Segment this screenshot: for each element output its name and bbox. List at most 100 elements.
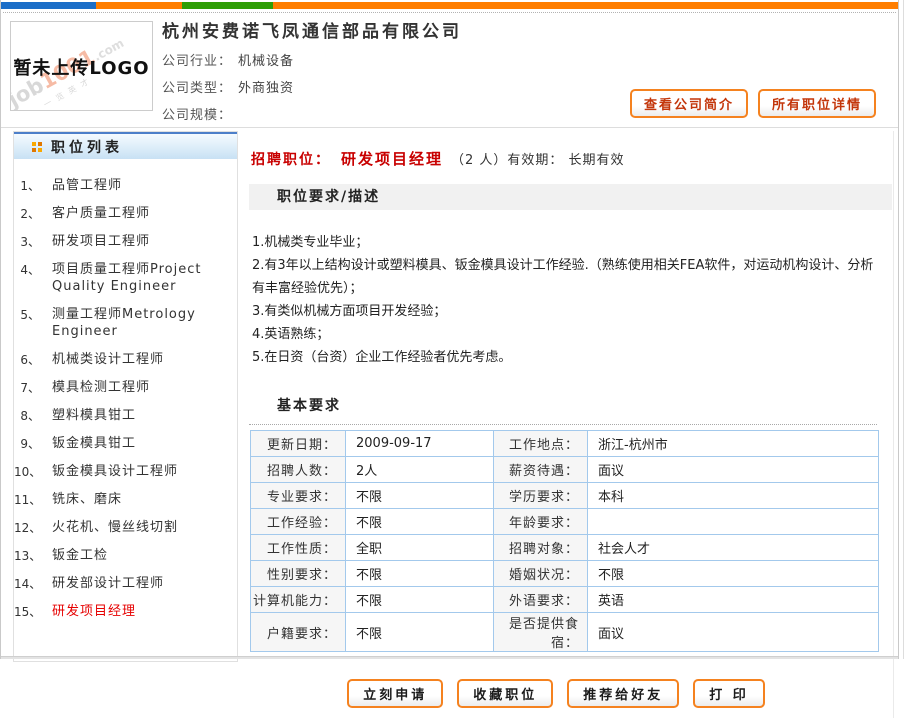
job-item-number: 7、 — [14, 379, 52, 396]
salary-label: 薪资待遇： — [494, 457, 588, 483]
job-item-label[interactable]: 品管工程师 — [52, 177, 237, 194]
job-list-item-15-active[interactable]: 15、研发项目经理 — [14, 598, 237, 626]
major-label: 专业要求： — [251, 483, 346, 509]
job-item-label[interactable]: 客户质量工程师 — [52, 205, 237, 222]
table-row: 计算机能力：不限 外语要求：英语 — [251, 587, 879, 613]
description-line-5: 5.在日资（台资）企业工作经验者优先考虑。 — [252, 346, 879, 369]
job-list-item-3[interactable]: 3、研发项目工程师 — [14, 228, 237, 256]
recommend-to-friend-button[interactable]: 推荐给好友 — [567, 679, 679, 708]
job-item-number: 13、 — [14, 547, 52, 564]
residency-label: 户籍要求： — [251, 613, 346, 652]
print-button[interactable]: 打 印 — [693, 679, 765, 708]
topbar-green-segment — [182, 2, 273, 9]
foreign-language-value: 英语 — [588, 587, 879, 613]
age-value — [588, 509, 879, 535]
job-item-label[interactable]: 火花机、慢丝线切割 — [52, 519, 237, 536]
headcount-value: 2人 — [346, 457, 494, 483]
body-row: 职位列表 1、品管工程师 2、客户质量工程师 3、研发项目工程师 4、项目质量工… — [1, 128, 898, 661]
job-item-label[interactable]: 钣金模具设计工程师 — [52, 463, 237, 480]
description-line-4: 4.英语熟练； — [252, 323, 879, 346]
company-industry-value: 机械设备 — [238, 54, 294, 69]
job-list-sidebar: 职位列表 1、品管工程师 2、客户质量工程师 3、研发项目工程师 4、项目质量工… — [13, 131, 238, 662]
target-group-value: 社会人才 — [588, 535, 879, 561]
table-row: 户籍要求：不限 是否提供食宿：面议 — [251, 613, 879, 652]
description-line-1: 1.机械类专业毕业； — [252, 231, 879, 254]
job-item-number: 6、 — [14, 351, 52, 368]
job-item-label[interactable]: 铣床、磨床 — [52, 491, 237, 508]
work-location-value: 浙江-杭州市 — [588, 431, 879, 457]
job-item-label[interactable]: 钣金工检 — [52, 547, 237, 564]
job-item-label[interactable]: 模具检测工程师 — [52, 379, 237, 396]
table-row: 工作经验：不限 年龄要求： — [251, 509, 879, 535]
job-title-line: 招聘职位：研发项目经理（2 人）有效期： 长期有效 — [249, 148, 893, 169]
job-item-number: 2、 — [14, 205, 52, 222]
job-detail-main: 招聘职位：研发项目经理（2 人）有效期： 长期有效 职位要求/描述 1.机械类专… — [249, 131, 894, 718]
job-item-label[interactable]: 研发项目工程师 — [52, 233, 237, 250]
company-type-value: 外商独资 — [238, 81, 294, 96]
job-item-number: 14、 — [14, 575, 52, 592]
job-list-item-11[interactable]: 11、铣床、磨床 — [14, 486, 237, 514]
job-count-validity: （2 人）有效期： 长期有效 — [451, 153, 625, 168]
job-list: 1、品管工程师 2、客户质量工程师 3、研发项目工程师 4、项目质量工程师Pro… — [14, 159, 237, 626]
job-description: 1.机械类专业毕业； 2.有3年以上结构设计或塑料模具、钣金模具设计工作经验.（… — [249, 210, 885, 383]
table-row: 性别要求：不限 婚姻状况：不限 — [251, 561, 879, 587]
job-list-item-1[interactable]: 1、品管工程师 — [14, 172, 237, 200]
job-list-item-8[interactable]: 8、塑料模具钳工 — [14, 402, 237, 430]
job-item-label[interactable]: 机械类设计工程师 — [52, 351, 237, 368]
table-row: 工作性质：全职 招聘对象：社会人才 — [251, 535, 879, 561]
education-label: 学历要求： — [494, 483, 588, 509]
company-type-label: 公司类型： — [162, 81, 232, 96]
gender-value: 不限 — [346, 561, 494, 587]
update-date-value: 2009-09-17 — [346, 431, 494, 457]
job-list-item-4[interactable]: 4、项目质量工程师Project Quality Engineer — [14, 256, 237, 301]
job-item-number: 10、 — [14, 463, 52, 480]
company-scale-label: 公司规模： — [162, 108, 232, 123]
job-item-label[interactable]: 研发项目经理 — [52, 603, 237, 620]
job-item-label[interactable]: 项目质量工程师Project Quality Engineer — [52, 261, 237, 295]
save-job-button[interactable]: 收藏职位 — [457, 679, 553, 708]
computer-skill-value: 不限 — [346, 587, 494, 613]
job-item-label[interactable]: 研发部设计工程师 — [52, 575, 237, 592]
job-list-title: 职位列表 — [51, 137, 123, 157]
experience-value: 不限 — [346, 509, 494, 535]
job-nature-value: 全职 — [346, 535, 494, 561]
board-lodging-value: 面议 — [588, 613, 879, 652]
job-title: 研发项目经理 — [341, 150, 443, 168]
topbar-orange-segment-long — [273, 2, 898, 9]
work-location-label: 工作地点： — [494, 431, 588, 457]
top-color-bar — [1, 2, 898, 9]
topbar-blue-segment — [1, 2, 96, 9]
residency-value: 不限 — [346, 613, 494, 652]
job-list-item-9[interactable]: 9、钣金模具钳工 — [14, 430, 237, 458]
job-item-number: 8、 — [14, 407, 52, 424]
apply-now-button[interactable]: 立刻申请 — [347, 679, 443, 708]
job-list-item-10[interactable]: 10、钣金模具设计工程师 — [14, 458, 237, 486]
dotted-separator — [3, 9, 896, 13]
page-container: job1001.com一览英才 暂未上传LOGO 杭州安费诺飞凤通信部品有限公司… — [0, 0, 899, 659]
all-jobs-detail-button[interactable]: 所有职位详情 — [758, 89, 876, 118]
job-list-item-5[interactable]: 5、测量工程师Metrology Engineer — [14, 301, 237, 346]
job-item-label[interactable]: 测量工程师Metrology Engineer — [52, 306, 237, 340]
job-item-label[interactable]: 塑料模具钳工 — [52, 407, 237, 424]
job-list-item-7[interactable]: 7、模具检测工程师 — [14, 374, 237, 402]
view-company-profile-button[interactable]: 查看公司简介 — [630, 89, 748, 118]
basic-requirements-section-header: 基本要求 — [249, 395, 877, 425]
job-item-number: 3、 — [14, 233, 52, 250]
age-label: 年龄要求： — [494, 509, 588, 535]
table-row: 专业要求：不限 学历要求：本科 — [251, 483, 879, 509]
headcount-label: 招聘人数： — [251, 457, 346, 483]
company-industry-row: 公司行业：机械设备 — [162, 48, 898, 75]
logo-placeholder-text: 暂未上传LOGO — [11, 54, 152, 80]
job-list-item-2[interactable]: 2、客户质量工程师 — [14, 200, 237, 228]
job-list-item-13[interactable]: 13、钣金工检 — [14, 542, 237, 570]
job-list-item-12[interactable]: 12、火花机、慢丝线切割 — [14, 514, 237, 542]
job-list-item-6[interactable]: 6、机械类设计工程师 — [14, 346, 237, 374]
basic-requirements-table: 更新日期：2009-09-17 工作地点：浙江-杭州市 招聘人数：2人 薪资待遇… — [250, 430, 879, 652]
job-item-number: 15、 — [14, 603, 52, 620]
job-list-item-14[interactable]: 14、研发部设计工程师 — [14, 570, 237, 598]
description-line-3: 3.有类似机械方面项目开发经验； — [252, 300, 879, 323]
job-requirements-section-header: 职位要求/描述 — [249, 184, 892, 210]
job-nature-label: 工作性质： — [251, 535, 346, 561]
major-value: 不限 — [346, 483, 494, 509]
job-item-label[interactable]: 钣金模具钳工 — [52, 435, 237, 452]
